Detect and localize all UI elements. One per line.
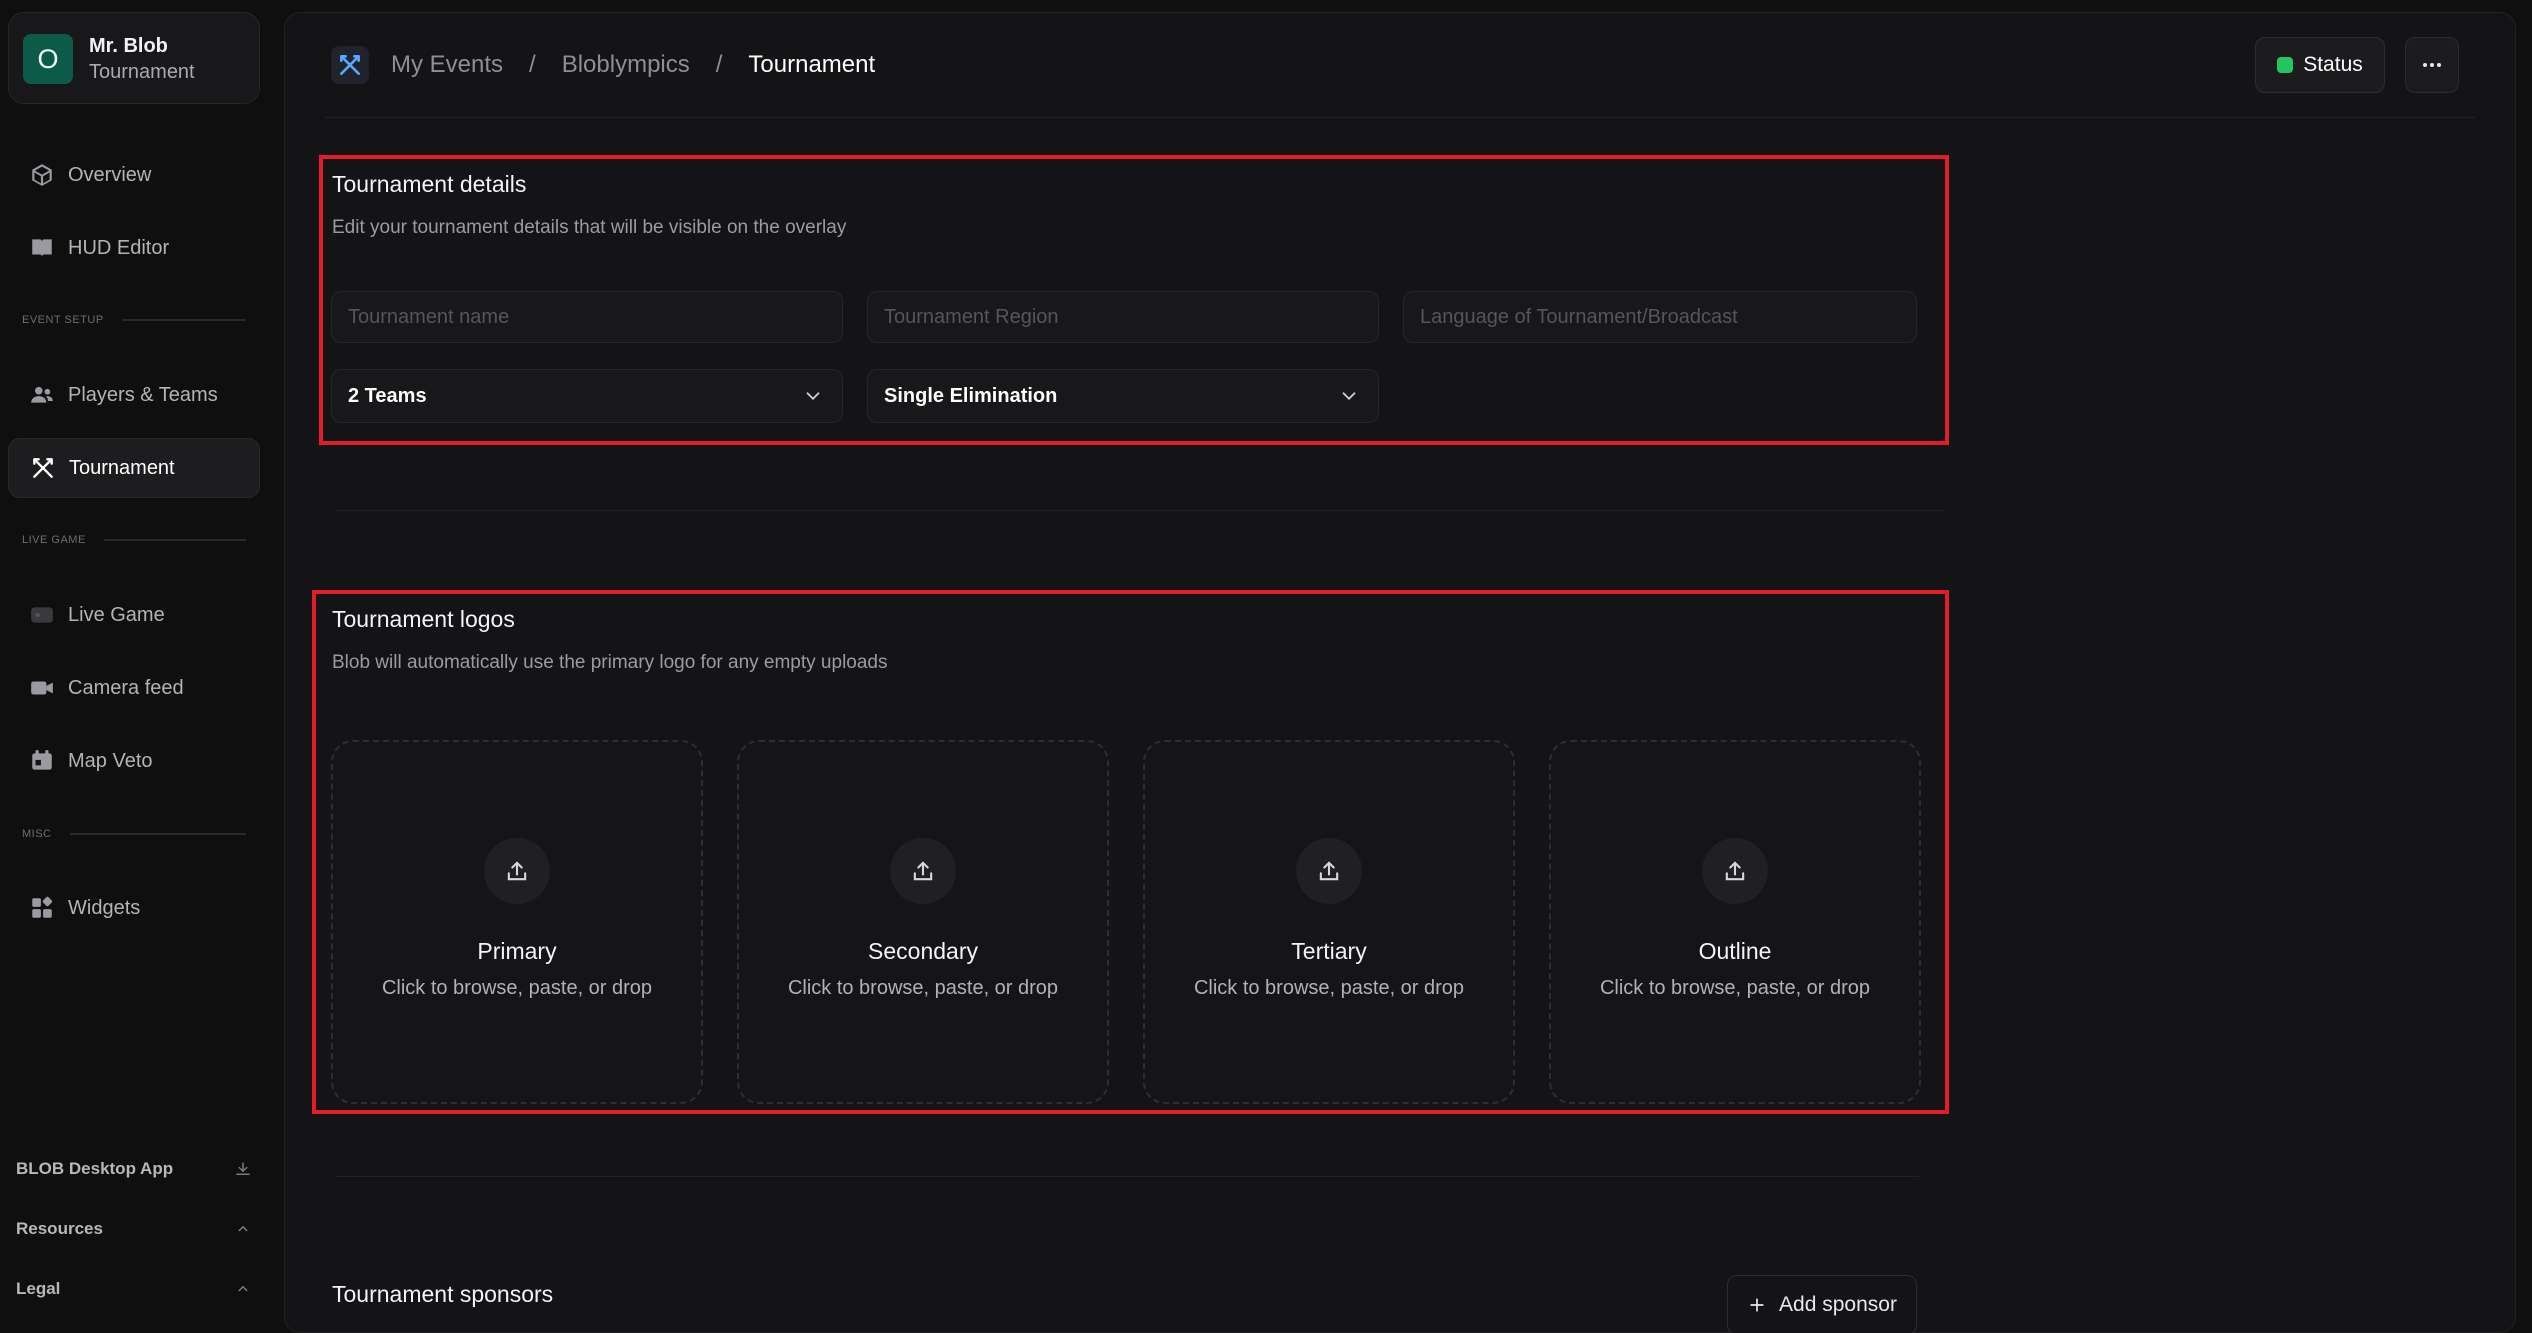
sidebar-item-label: Live Game [68, 603, 165, 626]
details-title: Tournament details [332, 171, 527, 197]
upload-title: Secondary [868, 938, 978, 964]
breadcrumb-my-events[interactable]: My Events [391, 51, 503, 79]
book-icon [28, 234, 56, 262]
sidebar-item-label: Tournament [69, 456, 175, 479]
upload-icon [1702, 838, 1768, 904]
logo-upload-secondary[interactable]: Secondary Click to browse, paste, or dro… [737, 740, 1109, 1104]
breadcrumb-current: Tournament [748, 51, 876, 78]
status-label: Status [2303, 53, 2363, 76]
org-name: Mr. Blob [89, 35, 168, 57]
sidebar-item-label: HUD Editor [68, 236, 170, 259]
upload-hint: Click to browse, paste, or drop [1193, 977, 1465, 999]
org-subtitle: Tournament [89, 61, 195, 83]
breadcrumb-separator: / [715, 51, 723, 78]
upload-hint: Click to browse, paste, or drop [787, 977, 1059, 999]
upload-title: Outline [1698, 938, 1772, 964]
more-horizontal-icon [2423, 63, 2441, 67]
upload-hint: Click to browse, paste, or drop [1599, 977, 1871, 999]
sidebar-footer-legal[interactable]: Legal [16, 1274, 252, 1304]
upload-hint: Click to browse, paste, or drop [381, 977, 653, 999]
sidebar-item-live-game[interactable]: Live Game [8, 585, 260, 645]
details-description: Edit your tournament details that will b… [332, 217, 847, 238]
section-label-live-game: LIVE GAME [22, 534, 246, 546]
cube-icon [28, 161, 56, 189]
users-icon [28, 381, 56, 409]
sidebar-item-label: Players & Teams [68, 383, 218, 406]
logo-upload-primary[interactable]: Primary Click to browse, paste, or drop [331, 740, 703, 1104]
add-sponsor-label: Add sponsor [1779, 1293, 1897, 1316]
tournament-region-input[interactable]: Tournament Region [867, 291, 1379, 343]
status-button[interactable]: Status [2255, 37, 2385, 93]
upload-icon [890, 838, 956, 904]
sidebar-footer-resources[interactable]: Resources [16, 1214, 252, 1244]
sidebar-item-label: Map Veto [68, 749, 153, 772]
section-divider [335, 1176, 1919, 1177]
tournament-language-input[interactable]: Language of Tournament/Broadcast [1403, 291, 1917, 343]
breadcrumb-separator: / [529, 51, 536, 78]
chevron-up-icon [238, 1225, 248, 1232]
chevron-down-icon [806, 392, 820, 401]
section-label-misc: MISC [22, 828, 246, 840]
map-icon [28, 747, 56, 775]
more-options-button[interactable] [2405, 37, 2459, 93]
logos-description: Blob will automatically use the primary … [332, 652, 888, 673]
chevron-up-icon [238, 1285, 248, 1292]
sidebar-item-tournament[interactable]: Tournament [8, 438, 260, 498]
sidebar-item-label: Camera feed [68, 676, 184, 699]
logo-upload-outline[interactable]: Outline Click to browse, paste, or drop [1549, 740, 1921, 1104]
widgets-icon [28, 894, 56, 922]
sidebar-footer-desktop-app[interactable]: BLOB Desktop App [16, 1154, 252, 1184]
avatar: O [23, 34, 73, 84]
upload-title: Tertiary [1291, 938, 1367, 964]
sidebar-item-hud-editor[interactable]: HUD Editor [8, 218, 260, 278]
upload-icon [484, 838, 550, 904]
sidebar-item-label: Overview [68, 163, 152, 186]
teams-count-select[interactable]: 2 Teams [331, 369, 843, 423]
breadcrumb: My Events / Bloblympics / Tournament [331, 45, 875, 85]
upload-icon [1296, 838, 1362, 904]
app-root: O Mr. Blob Tournament Overview HUD Edito… [0, 0, 2532, 1333]
select-value: Single Elimination [884, 384, 1058, 407]
bracket-format-select[interactable]: Single Elimination [867, 369, 1379, 423]
main-panel: My Events / Bloblympics / Tournament Sta… [284, 12, 2516, 1333]
sponsors-title: Tournament sponsors [332, 1281, 554, 1307]
logos-title: Tournament logos [332, 606, 515, 632]
sidebar-item-overview[interactable]: Overview [8, 145, 260, 205]
gamepad-icon [28, 601, 56, 629]
header-divider [325, 117, 2475, 118]
select-value: 2 Teams [348, 384, 427, 407]
download-icon [236, 1162, 250, 1175]
section-divider [335, 510, 1945, 511]
sidebar-item-map-veto[interactable]: Map Veto [8, 731, 260, 791]
plus-icon [1750, 1298, 1764, 1312]
status-indicator [2277, 57, 2294, 73]
logo-upload-tertiary[interactable]: Tertiary Click to browse, paste, or drop [1143, 740, 1515, 1104]
upload-title: Primary [477, 938, 557, 964]
org-switcher[interactable]: O Mr. Blob Tournament [8, 12, 260, 104]
breadcrumb-bloblympics[interactable]: Bloblympics [562, 51, 690, 79]
chevron-down-icon [1342, 392, 1356, 401]
add-sponsor-button[interactable]: Add sponsor [1727, 1275, 1917, 1333]
sidebar-item-label: Widgets [68, 896, 141, 919]
swords-icon [29, 454, 57, 482]
section-label-event-setup: EVENT SETUP [22, 314, 246, 326]
sidebar-item-players-teams[interactable]: Players & Teams [8, 365, 260, 425]
sidebar-item-camera-feed[interactable]: Camera feed [8, 658, 260, 718]
swords-icon [331, 46, 369, 84]
tournament-name-input[interactable]: Tournament name [331, 291, 843, 343]
sidebar-item-widgets[interactable]: Widgets [8, 878, 260, 938]
video-icon [28, 674, 56, 702]
sidebar: O Mr. Blob Tournament Overview HUD Edito… [0, 0, 274, 1333]
